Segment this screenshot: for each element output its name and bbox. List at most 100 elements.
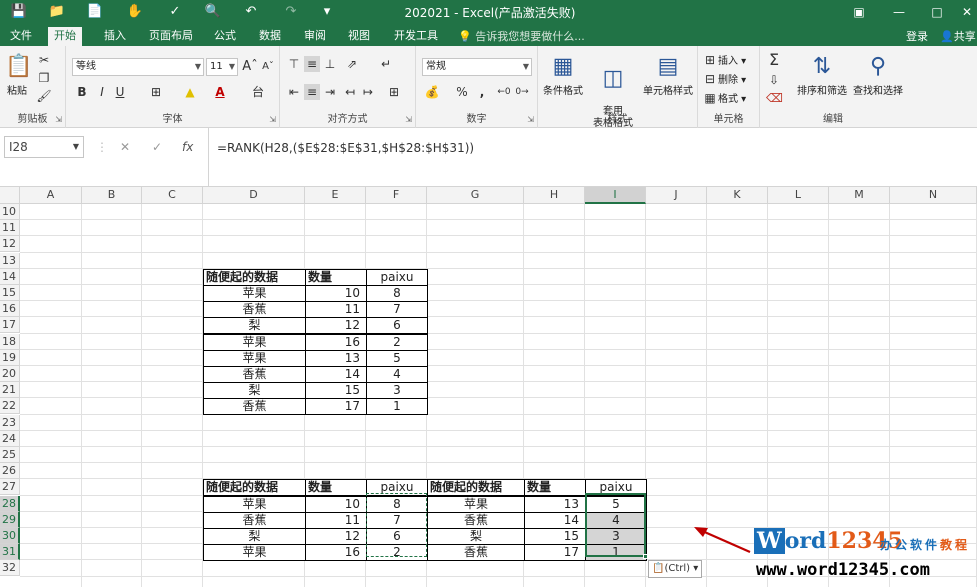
align-middle-icon[interactable]: ≡ — [304, 56, 320, 72]
cell-d21[interactable]: 梨 — [203, 382, 306, 399]
column-header-e[interactable]: E — [305, 187, 366, 204]
close-button[interactable]: ✕ — [956, 2, 977, 22]
number-launcher-icon[interactable]: ⇲ — [527, 115, 534, 124]
column-header-m[interactable]: M — [829, 187, 890, 204]
tab-formulas[interactable]: 公式 — [208, 27, 242, 46]
column-header-g[interactable]: G — [427, 187, 524, 204]
cell-d20[interactable]: 香蕉 — [203, 366, 306, 383]
number-format-select[interactable]: 常规 ▼ — [422, 58, 532, 76]
row-header-13[interactable]: 13 — [0, 253, 20, 269]
row-header-29[interactable]: 29 — [0, 512, 20, 528]
select-all-corner[interactable] — [0, 187, 20, 204]
cell-e18[interactable]: 16 — [305, 334, 367, 351]
share-button[interactable]: 👤共享 — [940, 28, 976, 44]
tell-me-box[interactable]: 💡 告诉我您想要做什么... — [458, 28, 585, 44]
cell-e28[interactable]: 10 — [305, 496, 367, 513]
cell-f18[interactable]: 2 — [366, 334, 428, 351]
align-right-icon[interactable]: ⇥ — [322, 84, 338, 100]
clear-icon[interactable]: ⌫ — [766, 90, 783, 106]
maximize-button[interactable]: □ — [926, 2, 948, 22]
orientation-icon[interactable]: ⇗ — [344, 56, 360, 72]
cell-g30[interactable]: 梨 — [427, 528, 525, 545]
column-header-k[interactable]: K — [707, 187, 768, 204]
cancel-icon[interactable]: ✕ — [120, 140, 130, 154]
ribbon-display-icon[interactable]: ▣ — [848, 2, 870, 22]
align-left-icon[interactable]: ⇤ — [286, 84, 302, 100]
row-header-19[interactable]: 19 — [0, 350, 20, 366]
font-color-icon[interactable]: A — [212, 84, 228, 100]
cell-f15[interactable]: 8 — [366, 285, 428, 302]
cell-d16[interactable]: 香蕉 — [203, 301, 306, 318]
row-header-14[interactable]: 14 — [0, 269, 20, 285]
align-top-icon[interactable]: ⊤ — [286, 56, 302, 72]
cell-h29[interactable]: 14 — [524, 512, 586, 529]
italic-button[interactable]: I — [94, 84, 110, 100]
cell-h31[interactable]: 17 — [524, 544, 586, 561]
borders-icon[interactable]: ⊞ — [148, 84, 164, 100]
column-header-d[interactable]: D — [203, 187, 305, 204]
cell-d15[interactable]: 苹果 — [203, 285, 306, 302]
accounting-format-icon[interactable]: 💰 — [424, 84, 440, 100]
column-header-n[interactable]: N — [890, 187, 977, 204]
cell-e17[interactable]: 12 — [305, 317, 367, 334]
sort-filter-button[interactable]: ⇅ 排序和筛选 — [794, 52, 850, 97]
row-header-26[interactable]: 26 — [0, 463, 20, 479]
row-header-17[interactable]: 17 — [0, 317, 20, 333]
redo-icon[interactable]: ↷ — [282, 3, 300, 21]
fill-color-icon[interactable]: ▲ — [182, 84, 198, 100]
cell-e19[interactable]: 13 — [305, 350, 367, 367]
cell-g31[interactable]: 香蕉 — [427, 544, 525, 561]
fill-icon[interactable]: ⇩ — [766, 72, 782, 88]
cell-h27[interactable]: 数量 — [524, 479, 586, 496]
paste-options-button[interactable]: 📋(Ctrl) ▾ — [648, 560, 702, 578]
tab-view[interactable]: 视图 — [342, 27, 376, 46]
row-header-15[interactable]: 15 — [0, 285, 20, 301]
row-header-21[interactable]: 21 — [0, 382, 20, 398]
increase-indent-icon[interactable]: ↦ — [360, 84, 376, 100]
grow-font-icon[interactable]: Aˆ — [242, 59, 258, 75]
wrap-text-icon[interactable]: ↵ — [378, 56, 394, 72]
cell-styles-button[interactable]: ▤ 单元格样式 — [640, 52, 696, 97]
font-size-select[interactable]: 11 ▼ — [206, 58, 238, 76]
delete-cells-button[interactable]: ⊟ 删除 ▾ — [702, 71, 746, 87]
cell-e21[interactable]: 15 — [305, 382, 367, 399]
align-center-icon[interactable]: ≡ — [304, 84, 320, 100]
cell-h28[interactable]: 13 — [524, 496, 586, 513]
row-header-18[interactable]: 18 — [0, 334, 20, 350]
cut-icon[interactable]: ✂ — [36, 52, 52, 68]
cell-f17[interactable]: 6 — [366, 317, 428, 334]
customize-qat-icon[interactable]: ▾ — [318, 3, 336, 21]
column-header-a[interactable]: A — [20, 187, 82, 204]
clipboard-launcher-icon[interactable]: ⇲ — [55, 115, 62, 124]
row-header-32[interactable]: 32 — [0, 560, 20, 576]
cell-e27[interactable]: 数量 — [305, 479, 367, 496]
cell-e29[interactable]: 11 — [305, 512, 367, 529]
increase-decimal-icon[interactable]: ←0 — [496, 84, 512, 100]
cell-g28[interactable]: 苹果 — [427, 496, 525, 513]
row-header-20[interactable]: 20 — [0, 366, 20, 382]
row-header-28[interactable]: 28 — [0, 496, 20, 512]
new-file-icon[interactable]: 📄 — [86, 3, 104, 21]
insert-cells-button[interactable]: ⊞ 插入 ▾ — [702, 52, 746, 68]
comma-style-button[interactable]: , — [474, 84, 490, 100]
align-bottom-icon[interactable]: ⊥ — [322, 56, 338, 72]
cell-d22[interactable]: 香蕉 — [203, 398, 306, 415]
cell-f19[interactable]: 5 — [366, 350, 428, 367]
cell-e22[interactable]: 17 — [305, 398, 367, 415]
print-preview-icon[interactable]: 🔍 — [204, 3, 222, 21]
column-header-h[interactable]: H — [524, 187, 585, 204]
cell-d29[interactable]: 香蕉 — [203, 512, 306, 529]
tab-insert[interactable]: 插入 — [98, 27, 132, 46]
cell-d27[interactable]: 随便起的数据 — [203, 479, 306, 496]
underline-button[interactable]: U — [112, 84, 128, 100]
cell-e16[interactable]: 11 — [305, 301, 367, 318]
bold-button[interactable]: B — [74, 84, 90, 100]
cell-f21[interactable]: 3 — [366, 382, 428, 399]
cell-g27[interactable]: 随便起的数据 — [427, 479, 525, 496]
cell-d30[interactable]: 梨 — [203, 528, 306, 545]
format-cells-button[interactable]: ▦ 格式 ▾ — [702, 90, 746, 106]
cell-d17[interactable]: 梨 — [203, 317, 306, 334]
autosum-button[interactable]: Σ — [766, 52, 782, 68]
column-header-i[interactable]: I — [585, 187, 646, 204]
phonetic-icon[interactable]: 台 — [250, 84, 266, 100]
